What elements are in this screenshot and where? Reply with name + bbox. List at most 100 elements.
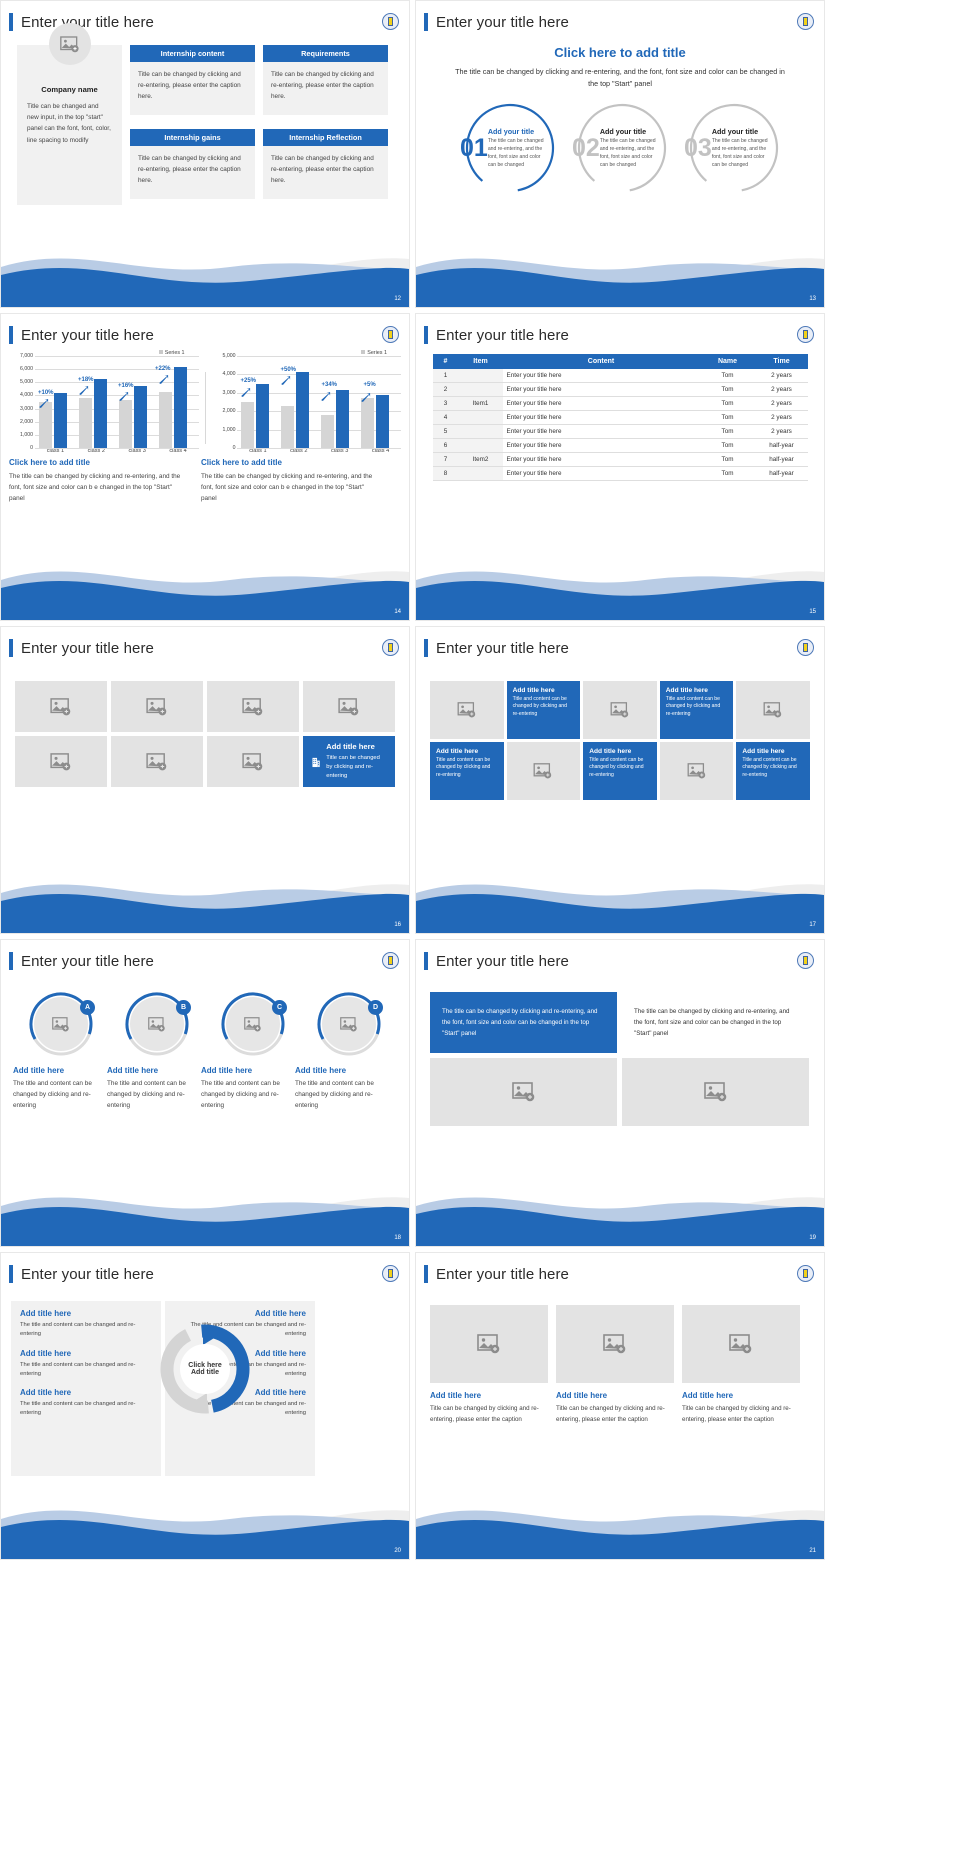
card-body: Title and content can be changed by clic… (436, 757, 491, 778)
image-placeholder[interactable] (506, 742, 581, 800)
image-placeholder[interactable] (682, 1305, 800, 1383)
slide-18[interactable]: Enter your title here A B C D Add title … (0, 939, 410, 1247)
title-accent-bar (9, 1265, 13, 1283)
white-text-panel[interactable]: The title can be changed by clicking and… (622, 992, 809, 1053)
page-number: 17 (809, 922, 816, 928)
slide-19[interactable]: Enter your title here The title can be c… (415, 939, 825, 1247)
image-placeholder[interactable] (207, 681, 299, 732)
ring-caption[interactable]: Add title here The title and content can… (13, 1066, 99, 1112)
chart-plot: 0 1,000 2,000 3,000 4,000 5,000 +25% +50… (211, 353, 401, 451)
cycle-ring[interactable]: Click here Add title (157, 1321, 253, 1417)
info-card[interactable]: Internship Reflection Title can be chang… (263, 128, 388, 206)
column-card[interactable]: Add title here Title can be changed by c… (682, 1305, 800, 1426)
info-card[interactable]: Requirements Title can be changed by cli… (263, 45, 388, 122)
ring-caption[interactable]: Add title here The title and content can… (295, 1066, 381, 1112)
mosaic-grid: Add title here Title and content can be … (416, 657, 824, 800)
table-row[interactable]: 2 Enter your title here Tom 2 years (432, 382, 808, 397)
slide-13[interactable]: Enter your title here Click here to add … (415, 0, 825, 308)
title-accent-bar (9, 326, 13, 344)
table-cell (458, 410, 503, 425)
image-placeholder[interactable] (583, 681, 657, 739)
mosaic-card[interactable]: Add title here Title and content can be … (736, 742, 810, 800)
numbered-circle[interactable]: 03 Add your title The title can be chang… (681, 100, 783, 196)
caption-body: The title can be changed by clicking and… (201, 473, 373, 503)
slide-12[interactable]: Enter your title here Company name Title… (0, 0, 410, 308)
mosaic-card[interactable]: Add title here Title and content can be … (583, 742, 657, 800)
image-placeholder[interactable] (622, 1058, 809, 1127)
table-cell: Enter your title here (502, 424, 700, 439)
table-cell: Enter your title here (502, 466, 700, 481)
y-axis: 0 1,000 2,000 3,000 4,000 5,000 6,000 7,… (20, 353, 33, 451)
slide-17[interactable]: Enter your title here Add title here Tit… (415, 626, 825, 934)
info-card[interactable]: Internship gains Title can be changed by… (130, 128, 255, 206)
chart-caption[interactable]: Click here to add title The title can be… (9, 458, 189, 505)
wave-decoration (416, 884, 824, 933)
trend-arrow-icon (281, 376, 291, 385)
table-cell: Item2 (458, 452, 503, 467)
card-title: Add title here (742, 748, 785, 755)
table-cell: half-year (755, 452, 808, 467)
slide-14[interactable]: Enter your title here Series 1 0 1,000 2… (0, 313, 410, 621)
table-row[interactable]: 7 Item2 Enter your title here Tom half-year (432, 452, 808, 467)
table-cell: 6 (432, 438, 459, 453)
image-placeholder[interactable] (736, 681, 810, 739)
highlight-card[interactable]: Add title here Title can be changed by c… (303, 736, 395, 787)
image-placeholder[interactable] (430, 1058, 617, 1127)
image-placeholder[interactable] (207, 736, 299, 787)
avatar-ring[interactable]: A (29, 992, 95, 1056)
bar-annotation: +50% (280, 367, 296, 373)
mosaic-card[interactable]: Add title here Title and content can be … (430, 742, 504, 800)
table-row[interactable]: 3 Item1 Enter your title here Tom 2 years (432, 396, 808, 411)
table-row[interactable]: 6 Enter your title here Tom half-year (432, 438, 808, 453)
table-row[interactable]: 5 Enter your title here Tom 2 years (432, 424, 808, 439)
page-number: 20 (394, 1548, 401, 1554)
image-placeholder-icon[interactable] (49, 23, 91, 65)
emblem-logo (382, 13, 399, 30)
image-placeholder[interactable] (430, 681, 504, 739)
emblem-logo (797, 13, 814, 30)
caption-title: Click here to add title (9, 458, 90, 467)
chart-captions: Click here to add title The title can be… (1, 454, 409, 505)
image-placeholder[interactable] (430, 1305, 548, 1383)
info-card[interactable]: Internship content Title can be changed … (130, 45, 255, 122)
slide-21[interactable]: Enter your title here Add title here Tit… (415, 1252, 825, 1560)
image-placeholder[interactable] (15, 681, 107, 732)
image-placeholder[interactable] (111, 681, 203, 732)
card-body: Title and content can be changed by clic… (665, 696, 721, 717)
image-placeholder[interactable] (15, 736, 107, 787)
bar-chart-left: Series 1 0 1,000 2,000 3,000 4,000 5,000… (9, 350, 199, 454)
numbered-circle[interactable]: 02 Add your title The title can be chang… (569, 100, 671, 196)
blue-text-panel[interactable]: The title can be changed by clicking and… (430, 992, 617, 1054)
table-row[interactable]: 8 Enter your title here Tom half-year (432, 466, 808, 481)
slide-20[interactable]: Enter your title here Add title here The… (0, 1252, 410, 1560)
slide-16[interactable]: Enter your title here Add title here Tit… (0, 626, 410, 934)
mosaic-card[interactable]: Add title here Title and content can be … (506, 681, 581, 739)
column-header-content: Content (502, 354, 700, 369)
image-placeholder[interactable] (556, 1305, 674, 1383)
slide-12-body: Company name Title can be changed and ne… (1, 23, 409, 206)
image-placeholder[interactable] (111, 736, 203, 787)
company-panel[interactable]: Company name Title can be changed and ne… (17, 23, 122, 205)
section-heading: Click here to add title (554, 45, 686, 60)
mosaic-card[interactable]: Add title here Title and content can be … (659, 681, 734, 739)
table-row[interactable]: 1 Enter your title here Tom 2 years (432, 369, 808, 383)
avatar-ring[interactable]: C (221, 992, 287, 1056)
card-title: Add title here (430, 1391, 482, 1400)
slide-15[interactable]: Enter your title here # Item Content Nam… (415, 313, 825, 621)
slide-deck: Enter your title here Company name Title… (0, 0, 960, 1560)
numbered-circle[interactable]: 01 Add your title The title can be chang… (457, 100, 559, 196)
chart-caption[interactable]: Click here to add title The title can be… (201, 458, 381, 505)
avatar-ring[interactable]: D (317, 992, 383, 1056)
data-table[interactable]: # Item Content Name Time 1 Enter your tit… (432, 354, 808, 481)
column-card[interactable]: Add title here Title can be changed by c… (556, 1305, 674, 1426)
emblem-logo (382, 639, 399, 656)
ring-caption[interactable]: Add title here The title and content can… (201, 1066, 287, 1112)
image-placeholder[interactable] (659, 742, 734, 800)
card-body: Title and content can be changed by clic… (589, 757, 644, 778)
image-placeholder[interactable] (303, 681, 395, 732)
table-row[interactable]: 4 Enter your title here Tom 2 years (432, 410, 808, 425)
ring-caption[interactable]: Add title here The title and content can… (107, 1066, 193, 1112)
column-card[interactable]: Add title here Title can be changed by c… (430, 1305, 548, 1426)
card-body: Title and content can be changed by clic… (512, 696, 567, 717)
avatar-ring[interactable]: B (125, 992, 191, 1056)
